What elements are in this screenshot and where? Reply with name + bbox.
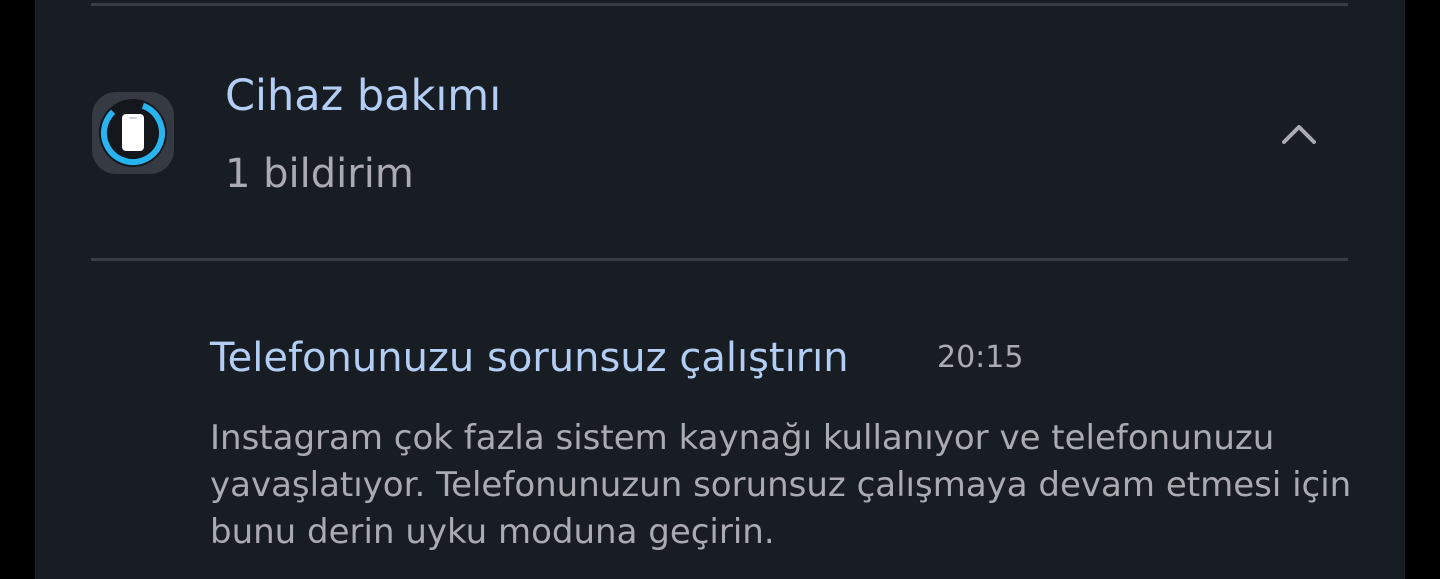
notification-title[interactable]: Telefonunuzu sorunsuz çalıştırın (210, 330, 849, 386)
app-name: Cihaz bakımı (225, 71, 502, 121)
notification-time: 20:15 (937, 340, 1024, 375)
divider-middle (91, 258, 1348, 261)
notification-body-line: Instagram çok fazla sistem kaynağı kulla… (210, 418, 1275, 458)
chevron-up-icon (1282, 125, 1316, 144)
notification-body-line: yavaşlatıyor. Telefonunuzun sorunsuz çal… (210, 465, 1352, 505)
device-care-icon (92, 92, 174, 174)
notification-body-line: bunu derin uyku moduna geçirin. (210, 512, 775, 552)
divider-top (91, 3, 1348, 6)
notification-count: 1 bildirim (225, 151, 414, 197)
notification-body[interactable]: Instagram çok fazla sistem kaynağı kulla… (210, 415, 1390, 556)
collapse-button[interactable] (1270, 106, 1328, 158)
